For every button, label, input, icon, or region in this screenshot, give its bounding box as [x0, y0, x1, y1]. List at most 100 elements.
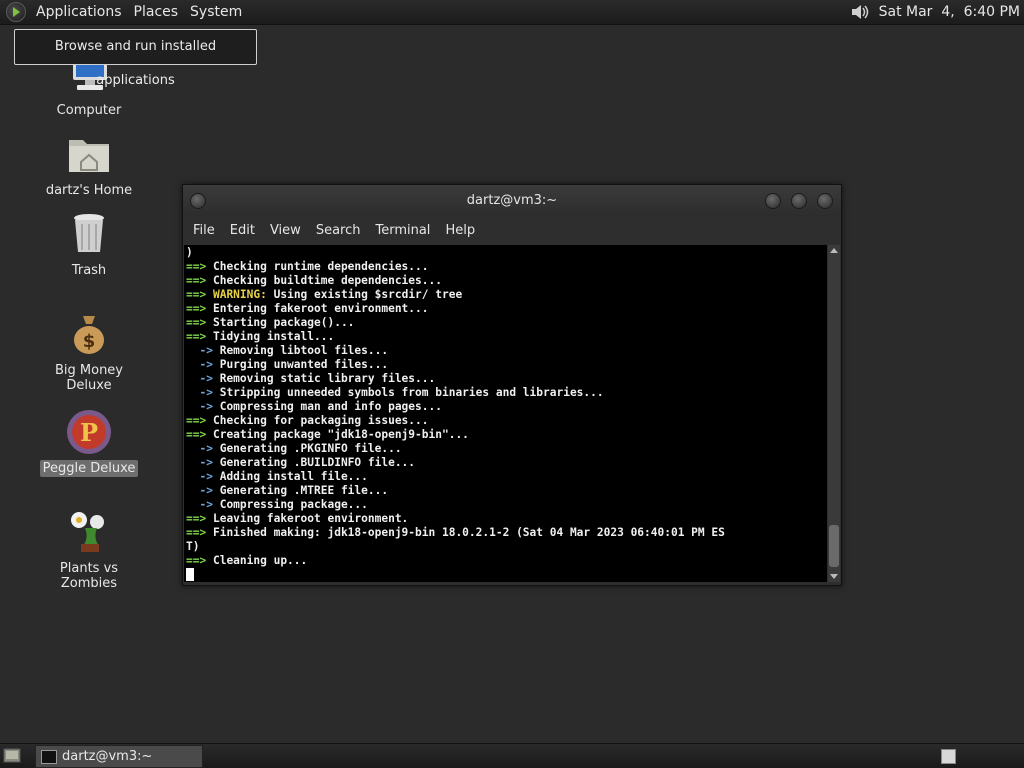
close-button[interactable] — [817, 193, 833, 209]
desktop-icon-label: Computer — [56, 103, 122, 118]
terminal-line-text: Creating package "jdk18-openj9-bin"... — [212, 428, 469, 441]
terminal-line: ==> Tidying install... — [186, 330, 827, 344]
taskbar-label: dartz@vm3:~ — [62, 749, 153, 764]
terminal-scrollbar[interactable] — [828, 245, 840, 582]
menu-search[interactable]: Search — [310, 223, 370, 238]
terminal-line-text: Generating .BUILDINFO file... — [219, 456, 416, 469]
terminal-line-text: Adding install file... — [219, 470, 368, 483]
desktop-icon-label: Plants vs Zombies — [59, 561, 119, 591]
terminal-line-text: Checking for packaging issues... — [212, 414, 429, 427]
volume-icon[interactable] — [849, 2, 871, 22]
desktop-icon-label: Big Money Deluxe — [54, 363, 123, 393]
menu-view[interactable]: View — [264, 223, 310, 238]
terminal-line: -> Compressing package... — [186, 498, 827, 512]
workspace-switcher-icon[interactable] — [941, 749, 956, 764]
terminal-line: -> Compressing man and info pages... — [186, 400, 827, 414]
terminal-line-arrow: ==> — [186, 414, 207, 427]
terminal-line-text: Removing static library files... — [219, 372, 436, 385]
scroll-down-arrow[interactable] — [830, 574, 838, 579]
terminal-line-text: Finished making: jdk18-openj9-bin 18.0.2… — [212, 526, 725, 539]
plants-icon — [71, 512, 104, 552]
system-menu[interactable]: System — [184, 4, 248, 20]
places-menu[interactable]: Places — [128, 4, 185, 20]
terminal-icon — [41, 750, 57, 764]
terminal-line-arrow: ==> — [186, 428, 207, 441]
terminal-line: -> Purging unwanted files... — [186, 358, 827, 372]
terminal-line: ==> Leaving fakeroot environment. — [186, 512, 827, 526]
terminal-line: ==> Creating package "jdk18-openj9-bin".… — [186, 428, 827, 442]
taskbar-terminal-button[interactable]: dartz@vm3:~ — [35, 745, 203, 768]
desktop-icon-label: Trash — [71, 263, 107, 278]
terminal-cursor-line — [186, 568, 827, 582]
terminal-line: ==> Starting package()... — [186, 316, 827, 330]
terminal-line-text: Generating .MTREE file... — [219, 484, 389, 497]
terminal-line-text: Compressing man and info pages... — [219, 400, 442, 413]
terminal-title: dartz@vm3:~ — [466, 193, 558, 208]
svg-text:P: P — [80, 418, 98, 447]
window-menu-button[interactable] — [190, 193, 206, 209]
terminal-line-text: Using existing $srcdir/ tree — [273, 288, 463, 301]
terminal-line-text: Compressing package... — [219, 498, 368, 511]
terminal-line: ) — [186, 246, 827, 260]
applications-tooltip: Browse and run installed applications — [14, 29, 257, 88]
terminal-line-arrow: ==> — [186, 274, 207, 287]
applications-menu[interactable]: Applications — [30, 4, 128, 20]
terminal-line-arrow: -> — [186, 358, 213, 371]
terminal-line-text: Generating .PKGINFO file... — [219, 442, 402, 455]
desktop-icon-plants-vs-zombies[interactable]: Plants vs Zombies — [28, 508, 150, 592]
terminal-line-text: Entering fakeroot environment... — [212, 302, 429, 315]
terminal-line-arrow: ==> — [186, 316, 207, 329]
show-desktop-icon[interactable] — [3, 747, 21, 764]
menu-terminal[interactable]: Terminal — [369, 223, 439, 238]
menu-edit[interactable]: Edit — [224, 223, 264, 238]
svg-text:$: $ — [83, 331, 96, 352]
trash-icon — [74, 214, 104, 252]
peggle-icon: P — [67, 410, 111, 454]
terminal-warning-label: WARNING: — [212, 288, 267, 301]
desktop-icon-big-money[interactable]: $ Big Money Deluxe — [28, 310, 150, 394]
terminal-line-arrow: -> — [186, 484, 213, 497]
terminal-window[interactable]: dartz@vm3:~ File Edit View Search Termin… — [182, 184, 842, 586]
terminal-line: -> Generating .PKGINFO file... — [186, 442, 827, 456]
top-panel-tray: Sat Mar 4, 6:40 PM — [849, 0, 1024, 24]
menu-logo-icon[interactable] — [6, 2, 26, 22]
terminal-line-text: Checking runtime dependencies... — [212, 260, 429, 273]
terminal-line-arrow: -> — [186, 372, 213, 385]
terminal-lines: ) ==> Checking runtime dependencies... ==>… — [184, 245, 827, 582]
terminal-line-arrow: -> — [186, 344, 213, 357]
terminal-cursor[interactable] — [186, 568, 194, 581]
terminal-line: -> Generating .BUILDINFO file... — [186, 456, 827, 470]
terminal-line-text: Stripping unneeded symbols from binaries… — [219, 386, 604, 399]
terminal-titlebar[interactable]: dartz@vm3:~ — [183, 185, 841, 217]
terminal-line: ==> Cleaning up... — [186, 554, 827, 568]
terminal-line-text: ) — [186, 246, 193, 259]
scroll-up-arrow[interactable] — [830, 248, 838, 253]
terminal-line-arrow: -> — [186, 400, 213, 413]
terminal-line-arrow: ==> — [186, 554, 207, 567]
clock[interactable]: Sat Mar 4, 6:40 PM — [879, 4, 1024, 20]
bottom-panel: dartz@vm3:~ — [0, 743, 1024, 768]
terminal-line: ==> Checking buildtime dependencies... — [186, 274, 827, 288]
terminal-line: T) — [186, 540, 827, 554]
desktop-icon-peggle[interactable]: P Peggle Deluxe — [28, 408, 150, 477]
terminal-output[interactable]: ) ==> Checking runtime dependencies... ==>… — [184, 245, 827, 582]
terminal-line-arrow: ==> — [186, 260, 207, 273]
maximize-button[interactable] — [791, 193, 807, 209]
menu-file[interactable]: File — [187, 223, 224, 238]
terminal-line: -> Stripping unneeded symbols from binar… — [186, 386, 827, 400]
terminal-line-arrow: -> — [186, 470, 213, 483]
terminal-line-arrow: -> — [186, 498, 213, 511]
terminal-line-text: Purging unwanted files... — [219, 358, 389, 371]
menu-help[interactable]: Help — [439, 223, 484, 238]
terminal-line: ==> Checking for packaging issues... — [186, 414, 827, 428]
desktop-icon-trash[interactable]: Trash — [28, 210, 150, 279]
terminal-line-arrow: ==> — [186, 302, 207, 315]
scrollbar-thumb[interactable] — [829, 525, 839, 567]
terminal-line: ==> Checking runtime dependencies... — [186, 260, 827, 274]
desktop-icon-home[interactable]: dartz's Home — [28, 130, 150, 199]
terminal-line-text: Cleaning up... — [212, 554, 308, 567]
minimize-button[interactable] — [765, 193, 781, 209]
terminal-line-arrow: ==> — [186, 288, 207, 301]
top-panel: Applications Places System Sat Mar 4, 6:… — [0, 0, 1024, 25]
terminal-line-arrow: -> — [186, 456, 213, 469]
